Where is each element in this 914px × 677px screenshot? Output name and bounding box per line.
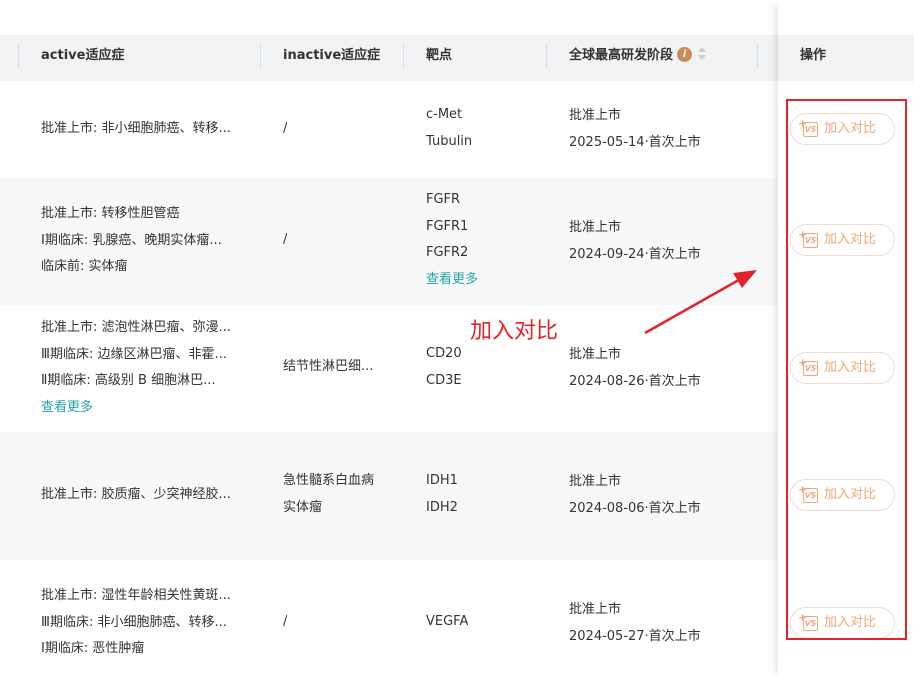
annotation-arrow-icon	[644, 270, 757, 335]
annotation-arrow-line	[644, 275, 745, 335]
page: active适应症 inactive适应症 靶点 全球最高研发阶段 i 批准上市:…	[0, 0, 914, 677]
annotation-arrow-head	[733, 270, 757, 288]
